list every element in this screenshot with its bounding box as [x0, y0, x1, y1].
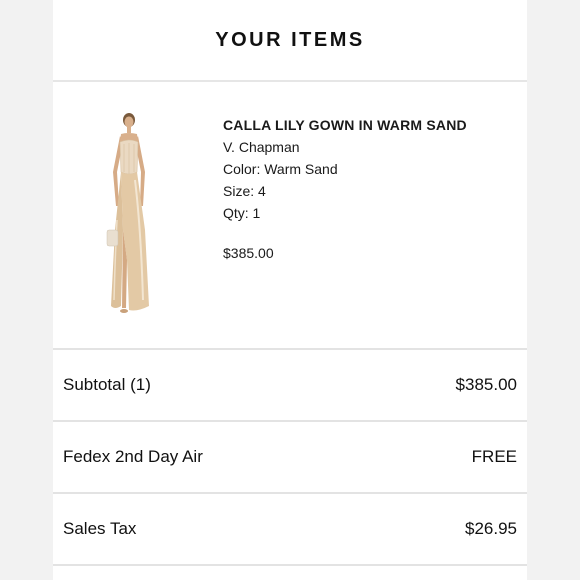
- item-brand: V. Chapman: [223, 139, 300, 155]
- cart-item: CALLA LILY GOWN IN WARM SAND V. Chapman …: [53, 82, 527, 350]
- shipping-label: Fedex 2nd Day Air: [63, 447, 203, 466]
- order-summary-card: YOUR ITEMS CALLA LILY GOWN IN WARM SAND …: [53, 0, 527, 580]
- item-size: Size: 4: [223, 183, 266, 199]
- item-name[interactable]: CALLA LILY GOWN IN WARM SAND: [223, 114, 467, 136]
- subtotal-label: Subtotal (1): [63, 375, 151, 394]
- shipping-row: Fedex 2nd Day Air FREE: [53, 422, 527, 494]
- item-color: Color: Warm Sand: [223, 161, 338, 177]
- sales-tax-label: Sales Tax: [63, 519, 137, 538]
- subtotal-value: $385.00: [455, 375, 517, 394]
- item-qty: Qty: 1: [223, 205, 261, 221]
- page-title: YOUR ITEMS: [215, 28, 365, 51]
- sales-tax-row: Sales Tax $26.95: [53, 494, 527, 566]
- gown-product-image[interactable]: [93, 110, 165, 320]
- subtotal-row: Subtotal (1) $385.00: [53, 350, 527, 422]
- item-details: CALLA LILY GOWN IN WARM SAND V. Chapman …: [223, 114, 467, 264]
- item-price: $385.00: [223, 245, 274, 261]
- items-header: YOUR ITEMS: [53, 0, 527, 82]
- sales-tax-value: $26.95: [465, 519, 517, 538]
- shipping-value: FREE: [471, 447, 517, 466]
